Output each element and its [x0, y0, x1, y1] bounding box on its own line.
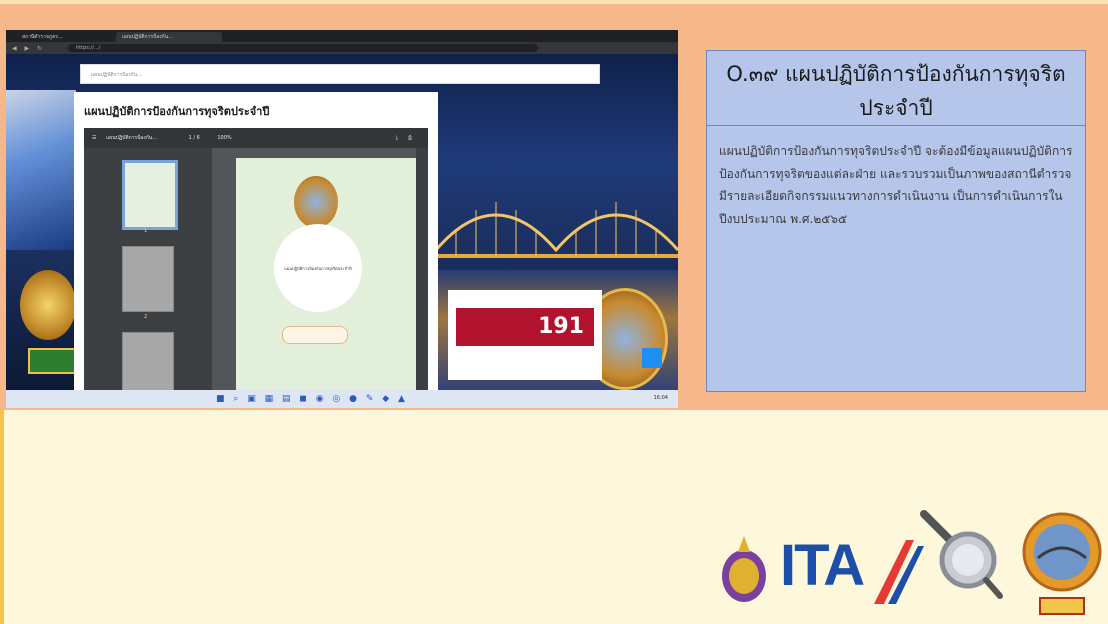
ita-logo: ITA — [780, 533, 865, 598]
thumbnail-number: 2 — [144, 314, 148, 320]
download-icon[interactable]: ⤓ — [396, 128, 398, 148]
windows-taskbar: ■ ⌕ ▣ ▦ ▤ ◼ ◉ ◎ ● ✎ ◆ ▲ 16:04 — [6, 390, 678, 408]
pdf-doc-name: แผนปฏิบัติการป้องกัน... — [106, 135, 157, 141]
magnifier-coin-icon — [920, 510, 1003, 599]
url-field[interactable]: https://.../ — [68, 44, 538, 52]
slide-top-border — [0, 0, 1108, 4]
page-thumbnail[interactable] — [122, 332, 174, 398]
hotline-banner-red: 191 — [456, 308, 594, 346]
left-decoration — [6, 90, 76, 250]
pdf-toolbar: ☰ แผนปฏิบัติการป้องกัน... 1 / 6 100% ⤓ ⎙ — [84, 128, 428, 148]
taskbar-app-icons[interactable]: ■ ⌕ ▣ ▦ ▤ ◼ ◉ ◎ ● ✎ ◆ ▲ — [216, 394, 408, 404]
pdf-viewer: ☰ แผนปฏิบัติการป้องกัน... 1 / 6 100% ⤓ ⎙… — [84, 128, 428, 408]
cover-label-pill — [282, 326, 348, 344]
taskbar-clock: 16:04 — [653, 395, 668, 401]
site-search-input[interactable]: แผนปฏิบัติการป้องกัน... — [80, 64, 600, 84]
info-body: แผนปฏิบัติการป้องกันการทุจริตประจำปี จะต… — [719, 144, 1073, 226]
browser-tab-active[interactable]: แผนปฏิบัติการป้องกัน... — [116, 32, 222, 42]
hotline-banner[interactable]: 191 — [448, 290, 602, 380]
menu-icon[interactable]: ☰ — [92, 135, 96, 141]
page-thumbnail[interactable] — [122, 160, 178, 230]
pdf-scrollbar[interactable] — [416, 148, 428, 408]
embedded-screenshot: สถานีตำรวจภูธร... แผนปฏิบัติการป้องกัน..… — [6, 30, 678, 408]
pdf-page: แผนปฏิบัติการป้องกันการทุจริตประจำปี — [236, 158, 426, 398]
page-indicator[interactable]: 1 / 6 — [189, 135, 200, 141]
thumbnail-number: 1 — [144, 228, 148, 234]
page-thumbnail[interactable] — [122, 246, 174, 312]
royal-seal-icon — [722, 536, 766, 602]
left-accent-bar — [0, 410, 4, 624]
browser-tab-strip: สถานีตำรวจภูธร... แผนปฏิบัติการป้องกัน..… — [6, 30, 678, 42]
info-title-box: O.๓๙ แผนปฏิบัติการป้องกันการทุจริตประจำป… — [706, 50, 1086, 126]
cover-title: แผนปฏิบัติการป้องกันการทุจริตประจำปี — [274, 224, 362, 312]
station-emblem-icon — [294, 176, 338, 228]
temple-emblem-icon — [20, 270, 76, 340]
info-body-box: แผนปฏิบัติการป้องกันการทุจริตประจำปี จะต… — [706, 126, 1086, 392]
panel-title: แผนปฏิบัติการป้องกันการทุจริตประจำปี — [84, 105, 270, 118]
content-panel: แผนปฏิบัติการป้องกันการทุจริตประจำปี ☰ แ… — [74, 92, 438, 408]
browser-tab[interactable]: สถานีตำรวจภูธร... — [16, 32, 117, 42]
bridge-illustration — [436, 202, 678, 258]
zoom-level[interactable]: 100% — [217, 135, 231, 141]
print-icon[interactable]: ⎙ — [408, 128, 412, 148]
police-station-emblem-icon — [1022, 512, 1102, 615]
info-title: O.๓๙ แผนปฏิบัติการป้องกันการทุจริตประจำป… — [726, 62, 1066, 120]
browser-address-bar: ◀ ▶ ↻ https://.../ — [6, 42, 678, 54]
pdf-thumbnail-sidebar: 1 2 — [84, 148, 212, 408]
hotline-number: 191 — [538, 314, 584, 339]
scroll-top-button[interactable] — [642, 348, 662, 368]
nav-buttons-icon[interactable]: ◀ ▶ ↻ — [12, 45, 45, 52]
